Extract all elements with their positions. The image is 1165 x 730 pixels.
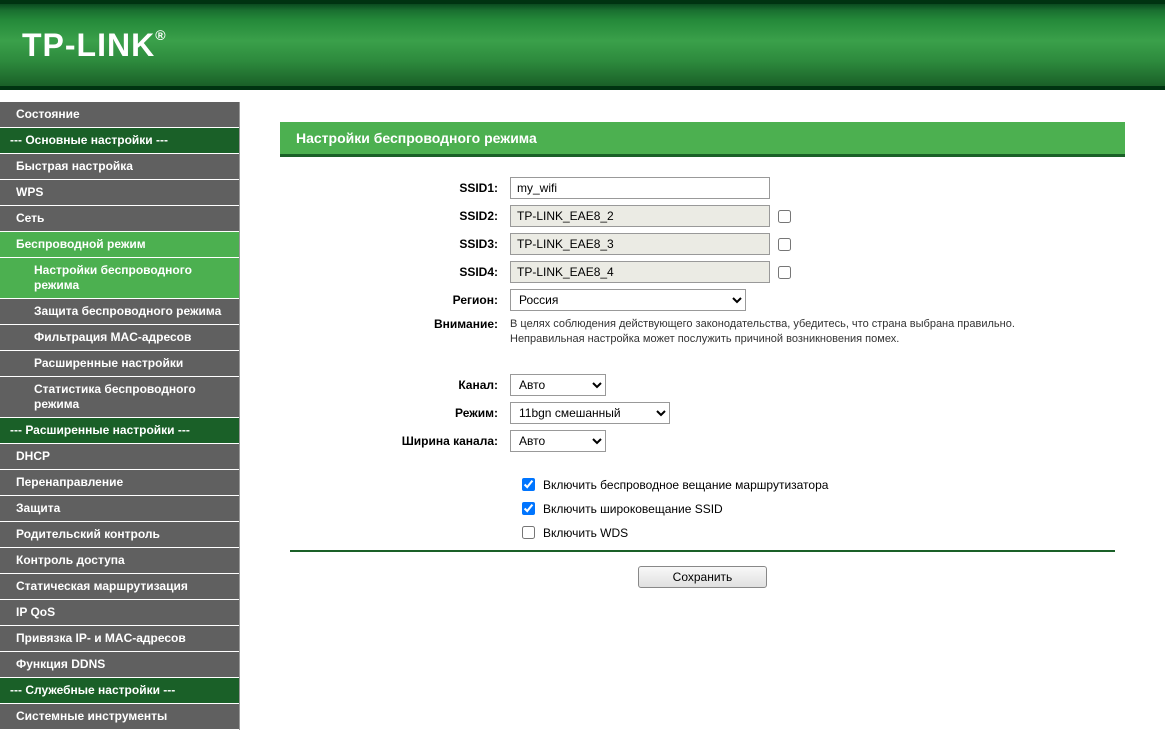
sidebar-item-parental[interactable]: Родительский контроль <box>0 522 239 548</box>
sidebar-item-quick-setup[interactable]: Быстрая настройка <box>0 154 239 180</box>
checkbox-wds[interactable] <box>522 526 535 539</box>
label-warning: Внимание: <box>290 317 510 331</box>
sidebar-item-wireless[interactable]: Беспроводной режим <box>0 232 239 258</box>
warning-text: В целях соблюдения действующего законода… <box>510 317 1070 348</box>
sidebar-item-static-routing[interactable]: Статическая маршрутизация <box>0 574 239 600</box>
sidebar-nav: Состояние --- Основные настройки --- Быс… <box>0 102 240 730</box>
label-enable-radio: Включить беспроводное вещание маршрутиза… <box>543 478 828 492</box>
sidebar-item-forwarding[interactable]: Перенаправление <box>0 470 239 496</box>
checkbox-enable-ssid4[interactable] <box>778 266 791 279</box>
panel-title: Настройки беспроводного режима <box>280 122 1125 157</box>
input-ssid3[interactable] <box>510 233 770 255</box>
sidebar-item-system-tools[interactable]: Системные инструменты <box>0 704 239 730</box>
sidebar-item-qos[interactable]: IP QoS <box>0 600 239 626</box>
checkbox-ssid-broadcast[interactable] <box>522 502 535 515</box>
label-ssid4: SSID4: <box>290 265 510 279</box>
sidebar-item-access-control[interactable]: Контроль доступа <box>0 548 239 574</box>
select-region[interactable]: Россия <box>510 289 746 311</box>
label-ssid-broadcast: Включить широковещание SSID <box>543 502 723 516</box>
sidebar-sub-wireless-stats[interactable]: Статистика беспроводного режима <box>0 377 239 418</box>
sidebar-sub-wireless-advanced[interactable]: Расширенные настройки <box>0 351 239 377</box>
sidebar-sub-wireless-security[interactable]: Защита беспроводного режима <box>0 299 239 325</box>
input-ssid2[interactable] <box>510 205 770 227</box>
sidebar-section-service: --- Служебные настройки --- <box>0 678 239 704</box>
select-mode[interactable]: 11bgn смешанный <box>510 402 670 424</box>
select-channel-width[interactable]: Авто <box>510 430 606 452</box>
sidebar-item-ddns[interactable]: Функция DDNS <box>0 652 239 678</box>
label-ssid1: SSID1: <box>290 181 510 195</box>
sidebar-item-wps[interactable]: WPS <box>0 180 239 206</box>
main-content: Настройки беспроводного режима SSID1: SS… <box>240 102 1165 730</box>
input-ssid1[interactable] <box>510 177 770 199</box>
sidebar-sub-mac-filter[interactable]: Фильтрация MAC-адресов <box>0 325 239 351</box>
save-button[interactable]: Сохранить <box>638 566 768 588</box>
sidebar-section-advanced: --- Расширенные настройки --- <box>0 418 239 444</box>
sidebar-item-security[interactable]: Защита <box>0 496 239 522</box>
label-wds: Включить WDS <box>543 526 628 540</box>
label-channel: Канал: <box>290 378 510 392</box>
brand-logo: TP-LINK® <box>22 27 167 64</box>
sidebar-item-ipmac-binding[interactable]: Привязка IP- и MAC-адресов <box>0 626 239 652</box>
sidebar-item-network[interactable]: Сеть <box>0 206 239 232</box>
checkbox-enable-radio[interactable] <box>522 478 535 491</box>
sidebar-sub-wireless-settings[interactable]: Настройки беспроводного режима <box>0 258 239 299</box>
label-ssid3: SSID3: <box>290 237 510 251</box>
sidebar-item-dhcp[interactable]: DHCP <box>0 444 239 470</box>
checkbox-enable-ssid3[interactable] <box>778 238 791 251</box>
app-header: TP-LINK® <box>0 0 1165 90</box>
label-mode: Режим: <box>290 406 510 420</box>
label-region: Регион: <box>290 293 510 307</box>
input-ssid4[interactable] <box>510 261 770 283</box>
sidebar-section-basic: --- Основные настройки --- <box>0 128 239 154</box>
select-channel[interactable]: Авто <box>510 374 606 396</box>
label-ssid2: SSID2: <box>290 209 510 223</box>
checkbox-enable-ssid2[interactable] <box>778 210 791 223</box>
label-width: Ширина канала: <box>290 434 510 448</box>
sidebar-item-status[interactable]: Состояние <box>0 102 239 128</box>
